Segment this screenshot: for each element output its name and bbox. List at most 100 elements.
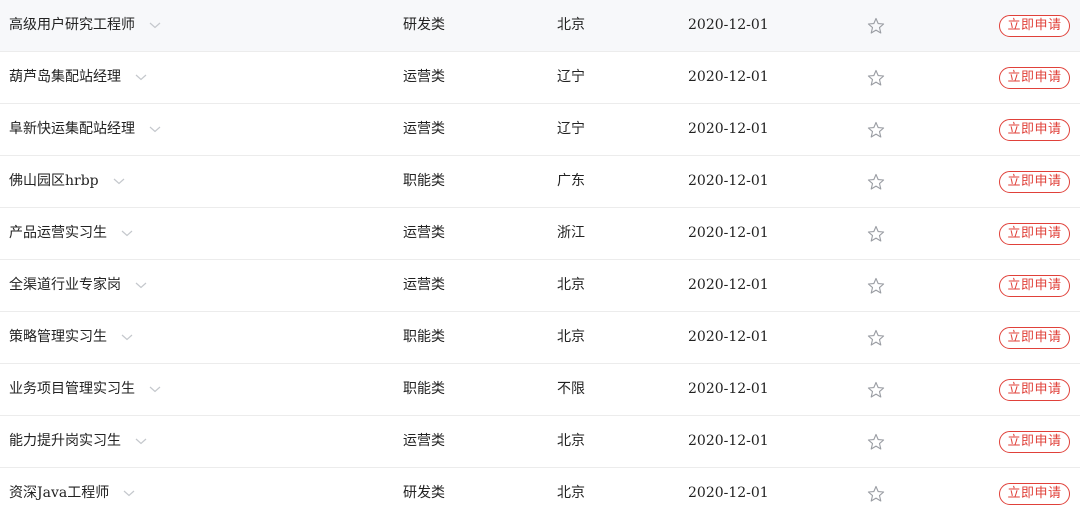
job-row[interactable]: 高级用户研究工程师 研发类 北京 2020-12-01 立即申请 — [0, 0, 1080, 52]
job-date: 2020-12-01 — [688, 433, 769, 449]
chevron-down-icon[interactable] — [121, 227, 133, 239]
apply-cell: 立即申请 — [999, 364, 1070, 415]
apply-cell: 立即申请 — [999, 104, 1070, 155]
job-category: 职能类 — [403, 381, 445, 397]
apply-cell: 立即申请 — [999, 416, 1070, 467]
job-location: 北京 — [557, 433, 585, 449]
job-category: 运营类 — [403, 225, 445, 241]
job-title-cell[interactable]: 葫芦岛集配站经理 — [9, 52, 147, 103]
job-row[interactable]: 阜新快运集配站经理 运营类 辽宁 2020-12-01 立即申请 — [0, 104, 1080, 156]
job-title-cell[interactable]: 业务项目管理实习生 — [9, 364, 161, 415]
job-date: 2020-12-01 — [688, 277, 769, 293]
chevron-down-icon[interactable] — [121, 331, 133, 343]
star-outline-icon[interactable] — [867, 468, 887, 518]
star-outline-icon[interactable] — [867, 156, 887, 207]
job-title[interactable]: 葫芦岛集配站经理 — [9, 52, 121, 103]
job-date: 2020-12-01 — [688, 381, 769, 397]
job-category: 运营类 — [403, 277, 445, 293]
job-date: 2020-12-01 — [688, 69, 769, 85]
job-row[interactable]: 业务项目管理实习生 职能类 不限 2020-12-01 立即申请 — [0, 364, 1080, 416]
job-location: 浙江 — [557, 225, 585, 241]
star-outline-icon[interactable] — [867, 260, 887, 311]
apply-button[interactable]: 立即申请 — [999, 378, 1070, 401]
job-title[interactable]: 资深Java工程师 — [9, 468, 109, 518]
job-date: 2020-12-01 — [688, 173, 769, 189]
apply-cell: 立即申请 — [999, 52, 1070, 103]
job-row[interactable]: 资深Java工程师 研发类 北京 2020-12-01 立即申请 — [0, 468, 1080, 518]
job-location: 不限 — [557, 381, 585, 397]
job-date: 2020-12-01 — [688, 225, 769, 241]
job-date: 2020-12-01 — [688, 329, 769, 345]
job-date: 2020-12-01 — [688, 485, 769, 501]
star-outline-icon[interactable] — [867, 104, 887, 155]
job-title[interactable]: 阜新快运集配站经理 — [9, 104, 135, 155]
star-outline-icon[interactable] — [867, 0, 887, 51]
chevron-down-icon[interactable] — [113, 175, 125, 187]
apply-cell: 立即申请 — [999, 0, 1070, 51]
job-title[interactable]: 全渠道行业专家岗 — [9, 260, 121, 311]
star-outline-icon[interactable] — [867, 52, 887, 103]
apply-button[interactable]: 立即申请 — [999, 326, 1070, 349]
job-category: 职能类 — [403, 329, 445, 345]
job-title[interactable]: 高级用户研究工程师 — [9, 0, 135, 51]
chevron-down-icon[interactable] — [135, 435, 147, 447]
apply-button[interactable]: 立即申请 — [999, 14, 1070, 37]
apply-cell: 立即申请 — [999, 468, 1070, 518]
apply-cell: 立即申请 — [999, 208, 1070, 259]
job-title-cell[interactable]: 能力提升岗实习生 — [9, 416, 147, 467]
job-row[interactable]: 策略管理实习生 职能类 北京 2020-12-01 立即申请 — [0, 312, 1080, 364]
job-title-cell[interactable]: 资深Java工程师 — [9, 468, 135, 518]
job-location: 北京 — [557, 329, 585, 345]
job-category: 研发类 — [403, 17, 445, 33]
job-title-cell[interactable]: 全渠道行业专家岗 — [9, 260, 147, 311]
job-location: 北京 — [557, 485, 585, 501]
job-title[interactable]: 策略管理实习生 — [9, 312, 107, 363]
apply-cell: 立即申请 — [999, 156, 1070, 207]
job-list: 高级用户研究工程师 研发类 北京 2020-12-01 立即申请 葫芦岛集配站经… — [0, 0, 1080, 518]
job-date: 2020-12-01 — [688, 121, 769, 137]
job-location: 北京 — [557, 277, 585, 293]
apply-cell: 立即申请 — [999, 312, 1070, 363]
job-category: 运营类 — [403, 121, 445, 137]
chevron-down-icon[interactable] — [135, 279, 147, 291]
apply-button[interactable]: 立即申请 — [999, 66, 1070, 89]
job-title[interactable]: 佛山园区hrbp — [9, 156, 99, 207]
job-category: 运营类 — [403, 69, 445, 85]
chevron-down-icon[interactable] — [149, 383, 161, 395]
job-title-cell[interactable]: 产品运营实习生 — [9, 208, 133, 259]
job-title-cell[interactable]: 佛山园区hrbp — [9, 156, 125, 207]
apply-button[interactable]: 立即申请 — [999, 118, 1070, 141]
apply-button[interactable]: 立即申请 — [999, 222, 1070, 245]
job-title-cell[interactable]: 阜新快运集配站经理 — [9, 104, 161, 155]
chevron-down-icon[interactable] — [149, 123, 161, 135]
job-location: 北京 — [557, 17, 585, 33]
chevron-down-icon[interactable] — [135, 71, 147, 83]
job-location: 辽宁 — [557, 121, 585, 137]
chevron-down-icon[interactable] — [149, 19, 161, 31]
star-outline-icon[interactable] — [867, 416, 887, 467]
job-location: 辽宁 — [557, 69, 585, 85]
job-row[interactable]: 佛山园区hrbp 职能类 广东 2020-12-01 立即申请 — [0, 156, 1080, 208]
job-row[interactable]: 能力提升岗实习生 运营类 北京 2020-12-01 立即申请 — [0, 416, 1080, 468]
apply-button[interactable]: 立即申请 — [999, 170, 1070, 193]
job-row[interactable]: 全渠道行业专家岗 运营类 北京 2020-12-01 立即申请 — [0, 260, 1080, 312]
job-title[interactable]: 业务项目管理实习生 — [9, 364, 135, 415]
apply-button[interactable]: 立即申请 — [999, 430, 1070, 453]
job-category: 职能类 — [403, 173, 445, 189]
chevron-down-icon[interactable] — [123, 487, 135, 499]
apply-button[interactable]: 立即申请 — [999, 482, 1070, 505]
job-title[interactable]: 能力提升岗实习生 — [9, 416, 121, 467]
star-outline-icon[interactable] — [867, 312, 887, 363]
job-row[interactable]: 产品运营实习生 运营类 浙江 2020-12-01 立即申请 — [0, 208, 1080, 260]
job-category: 研发类 — [403, 485, 445, 501]
job-title-cell[interactable]: 策略管理实习生 — [9, 312, 133, 363]
job-category: 运营类 — [403, 433, 445, 449]
job-date: 2020-12-01 — [688, 17, 769, 33]
star-outline-icon[interactable] — [867, 208, 887, 259]
apply-cell: 立即申请 — [999, 260, 1070, 311]
job-row[interactable]: 葫芦岛集配站经理 运营类 辽宁 2020-12-01 立即申请 — [0, 52, 1080, 104]
star-outline-icon[interactable] — [867, 364, 887, 415]
job-title[interactable]: 产品运营实习生 — [9, 208, 107, 259]
job-title-cell[interactable]: 高级用户研究工程师 — [9, 0, 161, 51]
apply-button[interactable]: 立即申请 — [999, 274, 1070, 297]
